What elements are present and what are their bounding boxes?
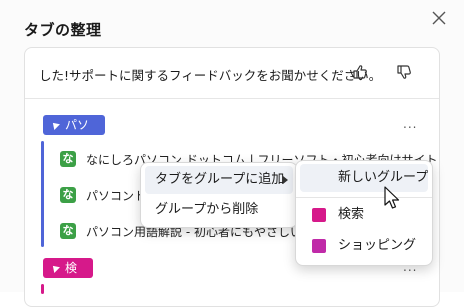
group-color-swatch: [312, 239, 326, 253]
menu-item-label: タブをグループに追加: [155, 172, 285, 187]
group-tag-pc[interactable]: パソコン: [43, 115, 105, 152]
tab-context-menu: タブをグループに追加 グループから削除: [140, 162, 298, 228]
group-more-button[interactable]: ...: [403, 117, 417, 131]
menu-item-label: 新しいグループ: [338, 170, 429, 185]
site-favicon-icon: な: [60, 223, 76, 239]
panel-title: タブの整理: [24, 21, 102, 39]
collapse-triangle-icon: [50, 263, 60, 273]
group-tag-search[interactable]: 検索: [43, 258, 93, 295]
site-favicon-icon: な: [60, 151, 76, 167]
group-bar: [41, 284, 44, 294]
menu-item-group-shopping[interactable]: ショッピング: [300, 232, 428, 260]
thumbs-down-icon[interactable]: [395, 63, 413, 81]
feedback-text: した!サポートに関するフィードバックをお聞かせください。: [39, 68, 382, 83]
menu-item-label: ショッピング: [338, 238, 417, 253]
menu-item-label: グループから削除: [155, 202, 259, 217]
organize-tabs-panel: タブの整理 した!サポートに関するフィードバックをお聞かせください。 パソコン …: [0, 0, 464, 307]
feedback-row: した!サポートに関するフィードバックをお聞かせください。: [25, 48, 439, 99]
close-icon[interactable]: [430, 9, 448, 27]
menu-divider: [296, 197, 432, 198]
group-bar: [41, 141, 44, 247]
group-color-swatch: [312, 208, 326, 222]
submenu-arrow-icon: [283, 176, 288, 184]
menu-item-label: 検索: [338, 207, 365, 222]
menu-item-add-to-group[interactable]: タブをグループに追加: [145, 166, 293, 194]
thumbs-up-icon[interactable]: [351, 63, 369, 81]
menu-item-group-search[interactable]: 検索: [300, 201, 428, 229]
mouse-cursor-icon: [384, 186, 400, 209]
group-submenu: 新しいグループ 検索 ショッピング: [295, 160, 433, 266]
menu-item-remove-from-group[interactable]: グループから削除: [145, 196, 293, 224]
menu-item-new-group[interactable]: 新しいグループ: [300, 164, 428, 192]
site-favicon-icon: な: [60, 187, 76, 203]
collapse-triangle-icon: [50, 120, 60, 130]
